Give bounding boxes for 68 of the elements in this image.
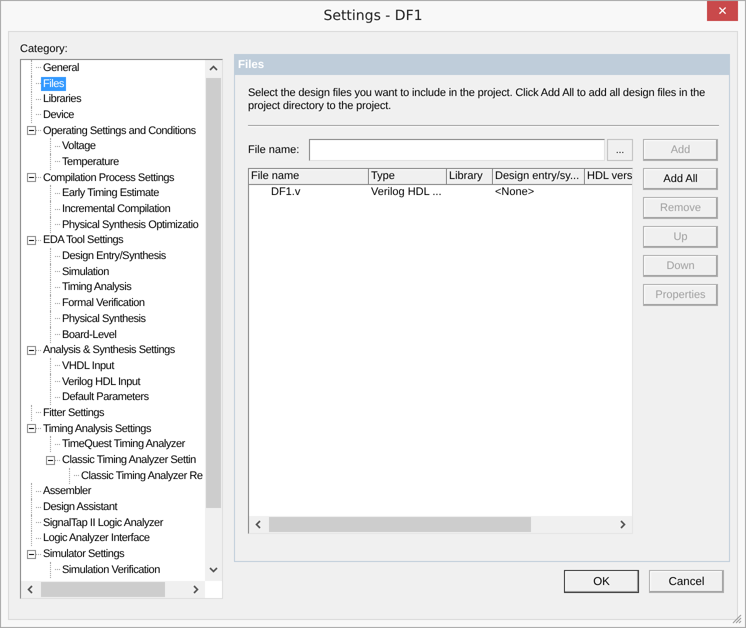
tree-item[interactable]: TimeQuest Timing Analyzer — [60, 437, 187, 452]
tree-item[interactable]: Operating Settings and Conditions — [41, 124, 198, 138]
category-label: Category: — [20, 42, 69, 57]
tree-item[interactable]: Simulator Settings — [41, 547, 126, 562]
tree-item[interactable]: Design Assistant — [41, 500, 120, 514]
tree-item[interactable]: Compilation Process Settings — [41, 170, 176, 185]
column-header[interactable]: Library — [447, 169, 493, 185]
tree-item[interactable]: Fitter Settings — [41, 406, 106, 420]
tree-item[interactable]: Design Entry/Synthesis — [60, 249, 168, 264]
horizontal-scrollbar[interactable] — [249, 516, 632, 533]
scroll-left-icon[interactable] — [255, 520, 261, 529]
collapse-icon[interactable] — [27, 550, 36, 559]
tree-item[interactable]: Default Parameters — [60, 390, 151, 404]
close-button[interactable]: ✕ — [707, 1, 738, 21]
tree-item[interactable]: Verilog HDL Input — [60, 374, 142, 389]
tree-item[interactable]: General — [41, 60, 81, 75]
tree-item[interactable]: EDA Tool Settings — [41, 233, 126, 248]
scroll-right-icon[interactable] — [193, 585, 199, 594]
tree-item[interactable]: Formal Verification — [60, 296, 147, 310]
tree-item[interactable]: Analysis & Synthesis Settings — [41, 343, 177, 358]
scroll-up-icon[interactable] — [209, 65, 218, 71]
tree-item[interactable]: Device — [41, 108, 76, 122]
tree-item[interactable]: Assembler — [41, 484, 93, 498]
tree-item[interactable]: Timing Analysis — [60, 280, 134, 294]
scroll-right-icon[interactable] — [620, 520, 626, 529]
tree-item[interactable]: Voltage — [60, 139, 98, 154]
tree-item[interactable]: Incremental Compilation — [60, 202, 172, 216]
table-cell: <None> — [495, 186, 534, 198]
browse-button[interactable]: ... — [607, 139, 633, 161]
tree-item[interactable]: Physical Synthesis — [60, 312, 148, 326]
collapse-icon[interactable] — [27, 126, 36, 136]
column-header[interactable]: Design entry/sy... — [493, 169, 585, 185]
collapse-icon[interactable] — [27, 173, 36, 182]
dialog-button[interactable]: OK — [564, 570, 639, 593]
tree-item[interactable]: Libraries — [41, 92, 84, 106]
tree-item[interactable]: Temperature — [60, 154, 121, 169]
column-header[interactable]: Type — [369, 169, 447, 185]
tree-item[interactable]: Board-Level — [60, 328, 118, 342]
table-cell: DF1.v — [271, 186, 300, 198]
vertical-scrollbar[interactable] — [205, 60, 222, 581]
resize-grip-icon[interactable] — [732, 614, 742, 624]
column-header[interactable]: File name — [249, 169, 369, 185]
horizontal-scrollbar[interactable] — [21, 581, 205, 598]
tree-item[interactable]: Physical Synthesis Optimizatio — [60, 218, 200, 232]
file-name-field[interactable] — [309, 139, 605, 161]
collapse-icon[interactable] — [27, 424, 36, 434]
window-title: Settings - DF1 — [323, 8, 423, 24]
tree-item[interactable]: Logic Analyzer Interface — [41, 531, 152, 546]
scroll-left-icon[interactable] — [27, 585, 33, 594]
description-text: Select the design files you want to include in the project. Click Add All to add all design files in the project directory to the project. — [248, 87, 706, 113]
tree-item[interactable]: Timing Analysis Settings — [41, 422, 154, 436]
tree-item[interactable]: Simulation — [60, 264, 111, 279]
collapse-icon[interactable] — [27, 236, 36, 245]
collapse-icon[interactable] — [46, 456, 55, 465]
tree-item[interactable]: Early Timing Estimate — [60, 186, 161, 200]
tree-item[interactable]: Classic Timing Analyzer Re — [79, 468, 205, 483]
tree-item[interactable]: Simulation Verification — [60, 562, 162, 577]
scroll-down-icon[interactable] — [209, 567, 218, 573]
panel-title: Files — [238, 59, 264, 71]
action-button[interactable]: Add All — [643, 168, 718, 190]
tree-item[interactable]: SignalTap II Logic Analyzer — [41, 516, 165, 530]
collapse-icon[interactable] — [27, 346, 36, 355]
tree-item[interactable]: Classic Timing Analyzer Settin — [60, 453, 198, 468]
file-name-label: File name: — [248, 144, 300, 156]
column-header[interactable]: HDL vers — [585, 169, 632, 185]
table-cell: Verilog HDL ... — [371, 186, 442, 198]
dialog-button[interactable]: Cancel — [649, 570, 724, 593]
tree-item[interactable]: VHDL Input — [60, 358, 116, 373]
